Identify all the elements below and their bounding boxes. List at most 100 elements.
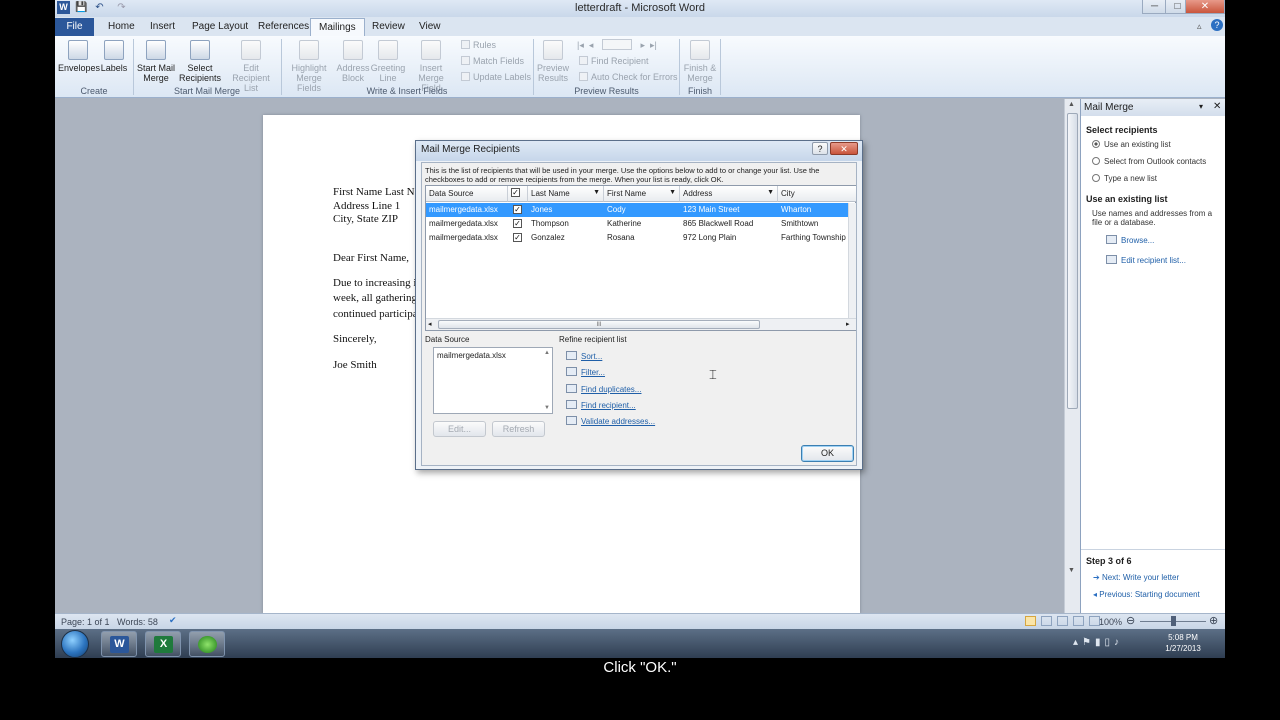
system-clock[interactable]: 5:08 PM 1/27/2013 — [1155, 632, 1211, 654]
option-existing-list[interactable]: Use an existing list — [1092, 140, 1171, 150]
column-header-first-name[interactable]: First Name ▼ — [604, 186, 680, 202]
start-button[interactable] — [61, 630, 89, 658]
edit-button[interactable]: Edit... — [433, 421, 486, 437]
full-screen-icon[interactable] — [1041, 616, 1052, 626]
pane-menu-icon[interactable]: ▾ — [1199, 102, 1203, 111]
minimize-button[interactable]: ─ — [1142, 0, 1167, 14]
zoom-in-icon[interactable]: ⊕ — [1209, 614, 1218, 627]
close-button[interactable]: ✕ — [1185, 0, 1225, 14]
ok-button[interactable]: OK — [801, 445, 854, 462]
finish-merge-button[interactable]: Finish & Merge — [681, 40, 719, 83]
filter-link[interactable]: Filter... — [566, 367, 605, 377]
browse-link[interactable]: Browse... — [1106, 235, 1154, 245]
table-row[interactable]: mailmergedata.xlsx ✓ Gonzalez Rosana 972… — [426, 231, 856, 245]
update-labels-button[interactable]: Update Labels — [461, 72, 531, 82]
taskbar-app-button[interactable] — [189, 631, 225, 657]
tab-review[interactable]: Review — [364, 18, 413, 36]
tab-home[interactable]: Home — [100, 18, 143, 36]
list-scroll-up-icon[interactable]: ▲ — [544, 350, 550, 356]
labels-button[interactable]: Labels — [100, 40, 128, 73]
zoom-out-icon[interactable]: ⊖ — [1126, 614, 1135, 627]
envelopes-button[interactable]: Envelopes — [58, 40, 100, 73]
edit-recipient-list-link[interactable]: Edit recipient list... — [1106, 255, 1186, 265]
sort-link[interactable]: Sort... — [566, 351, 602, 361]
tab-page-layout[interactable]: Page Layout — [184, 18, 256, 36]
select-recipients-button[interactable]: Select Recipients — [177, 40, 223, 83]
preview-results-button[interactable]: Preview Results — [535, 40, 571, 83]
zoom-level[interactable]: 100% — [1099, 617, 1122, 627]
row-checkbox[interactable]: ✓ — [513, 205, 522, 214]
pane-close-icon[interactable]: ✕ — [1213, 101, 1221, 112]
proofing-icon[interactable]: ✔ — [169, 615, 177, 626]
start-mail-merge-button[interactable]: Start Mail Merge — [135, 40, 177, 83]
column-header-last-name[interactable]: Last Name ▼ — [528, 186, 604, 202]
list-scroll-down-icon[interactable]: ▼ — [544, 405, 550, 411]
select-all-checkbox[interactable]: ✓ — [511, 188, 520, 197]
dialog-title: Mail Merge Recipients — [421, 144, 520, 155]
web-layout-icon[interactable] — [1057, 616, 1068, 626]
next-record-icon[interactable]: ▸ — [640, 40, 645, 50]
page-count[interactable]: Page: 1 of 1 — [61, 617, 110, 627]
grid-horizontal-scrollbar[interactable]: ◂ III ▸ — [426, 318, 856, 330]
option-new-list[interactable]: Type a new list — [1092, 174, 1157, 184]
help-icon[interactable]: ? — [1211, 19, 1223, 31]
group-preview-results: Preview Results — [574, 86, 639, 96]
last-record-icon[interactable]: ▸| — [650, 40, 657, 50]
find-recipient-link[interactable]: Find recipient... — [566, 400, 636, 410]
table-row[interactable]: mailmergedata.xlsx ✓ Thompson Katherine … — [426, 217, 856, 231]
word-count[interactable]: Words: 58 — [117, 617, 158, 627]
radio-icon[interactable] — [1092, 157, 1100, 165]
ribbon-minimize-icon[interactable]: ▵ — [1197, 21, 1202, 32]
last-name-dropdown-icon[interactable]: ▼ — [593, 189, 600, 196]
print-layout-icon[interactable] — [1025, 616, 1036, 626]
data-source-list[interactable]: mailmergedata.xlsx ▲ ▼ — [433, 347, 553, 414]
horizontal-scroll-thumb[interactable]: III — [438, 320, 760, 329]
tab-view[interactable]: View — [411, 18, 449, 36]
taskbar-excel-button[interactable]: X — [145, 631, 181, 657]
zoom-slider-thumb[interactable] — [1171, 616, 1176, 626]
tab-mailings[interactable]: Mailings — [310, 18, 365, 36]
tab-references[interactable]: References — [250, 18, 317, 36]
row-checkbox[interactable]: ✓ — [513, 219, 522, 228]
option-outlook-contacts[interactable]: Select from Outlook contacts — [1092, 157, 1206, 167]
grid-vertical-scrollbar[interactable] — [848, 203, 856, 318]
dialog-help-button[interactable]: ? — [812, 142, 828, 155]
column-header-city[interactable]: City — [778, 186, 856, 202]
previous-record-icon[interactable]: ◂ — [589, 40, 594, 50]
find-recipient-button[interactable]: Find Recipient — [579, 56, 649, 66]
taskbar-word-button[interactable]: W — [101, 631, 137, 657]
column-header-checkbox[interactable]: ✓ — [508, 186, 528, 202]
refresh-button[interactable]: Refresh — [492, 421, 545, 437]
record-number-input[interactable] — [601, 39, 632, 50]
first-record-icon[interactable]: |◂ — [577, 40, 584, 50]
scroll-left-icon[interactable]: ◂ — [428, 320, 432, 328]
previous-step-link[interactable]: ◂ Previous: Starting document — [1093, 590, 1200, 599]
vertical-scrollbar[interactable]: ▲ ▼ — [1064, 99, 1080, 613]
scroll-up-icon[interactable]: ▲ — [1068, 101, 1075, 108]
data-source-item[interactable]: mailmergedata.xlsx — [437, 351, 506, 360]
next-step-link[interactable]: ➔ Next: Write your letter — [1093, 573, 1179, 582]
match-fields-button[interactable]: Match Fields — [461, 56, 524, 66]
dialog-close-button[interactable]: ✕ — [830, 142, 858, 155]
table-row[interactable]: mailmergedata.xlsx ✓ Jones Cody 123 Main… — [426, 203, 856, 217]
scroll-down-icon[interactable]: ▼ — [1068, 567, 1075, 574]
first-name-dropdown-icon[interactable]: ▼ — [669, 189, 676, 196]
tab-file[interactable]: File — [55, 18, 94, 36]
find-duplicates-link[interactable]: Find duplicates... — [566, 384, 641, 394]
scroll-right-icon[interactable]: ▸ — [846, 320, 850, 328]
address-block-button[interactable]: Address Block — [336, 40, 370, 83]
column-header-address[interactable]: Address ▼ — [680, 186, 778, 202]
greeting-line-button[interactable]: Greeting Line — [370, 40, 406, 83]
address-dropdown-icon[interactable]: ▼ — [767, 189, 774, 196]
scroll-thumb[interactable] — [1067, 113, 1078, 409]
tab-insert[interactable]: Insert — [142, 18, 183, 36]
radio-icon[interactable] — [1092, 140, 1100, 148]
auto-check-errors-button[interactable]: Auto Check for Errors — [579, 72, 678, 82]
tray-icons[interactable]: ▴⚑▮▯♪ — [1073, 637, 1123, 648]
rules-button[interactable]: Rules — [461, 40, 496, 50]
radio-icon[interactable] — [1092, 174, 1100, 182]
outline-icon[interactable] — [1073, 616, 1084, 626]
validate-addresses-link[interactable]: Validate addresses... — [566, 416, 655, 426]
row-checkbox[interactable]: ✓ — [513, 233, 522, 242]
column-header-data-source[interactable]: Data Source — [426, 186, 508, 202]
